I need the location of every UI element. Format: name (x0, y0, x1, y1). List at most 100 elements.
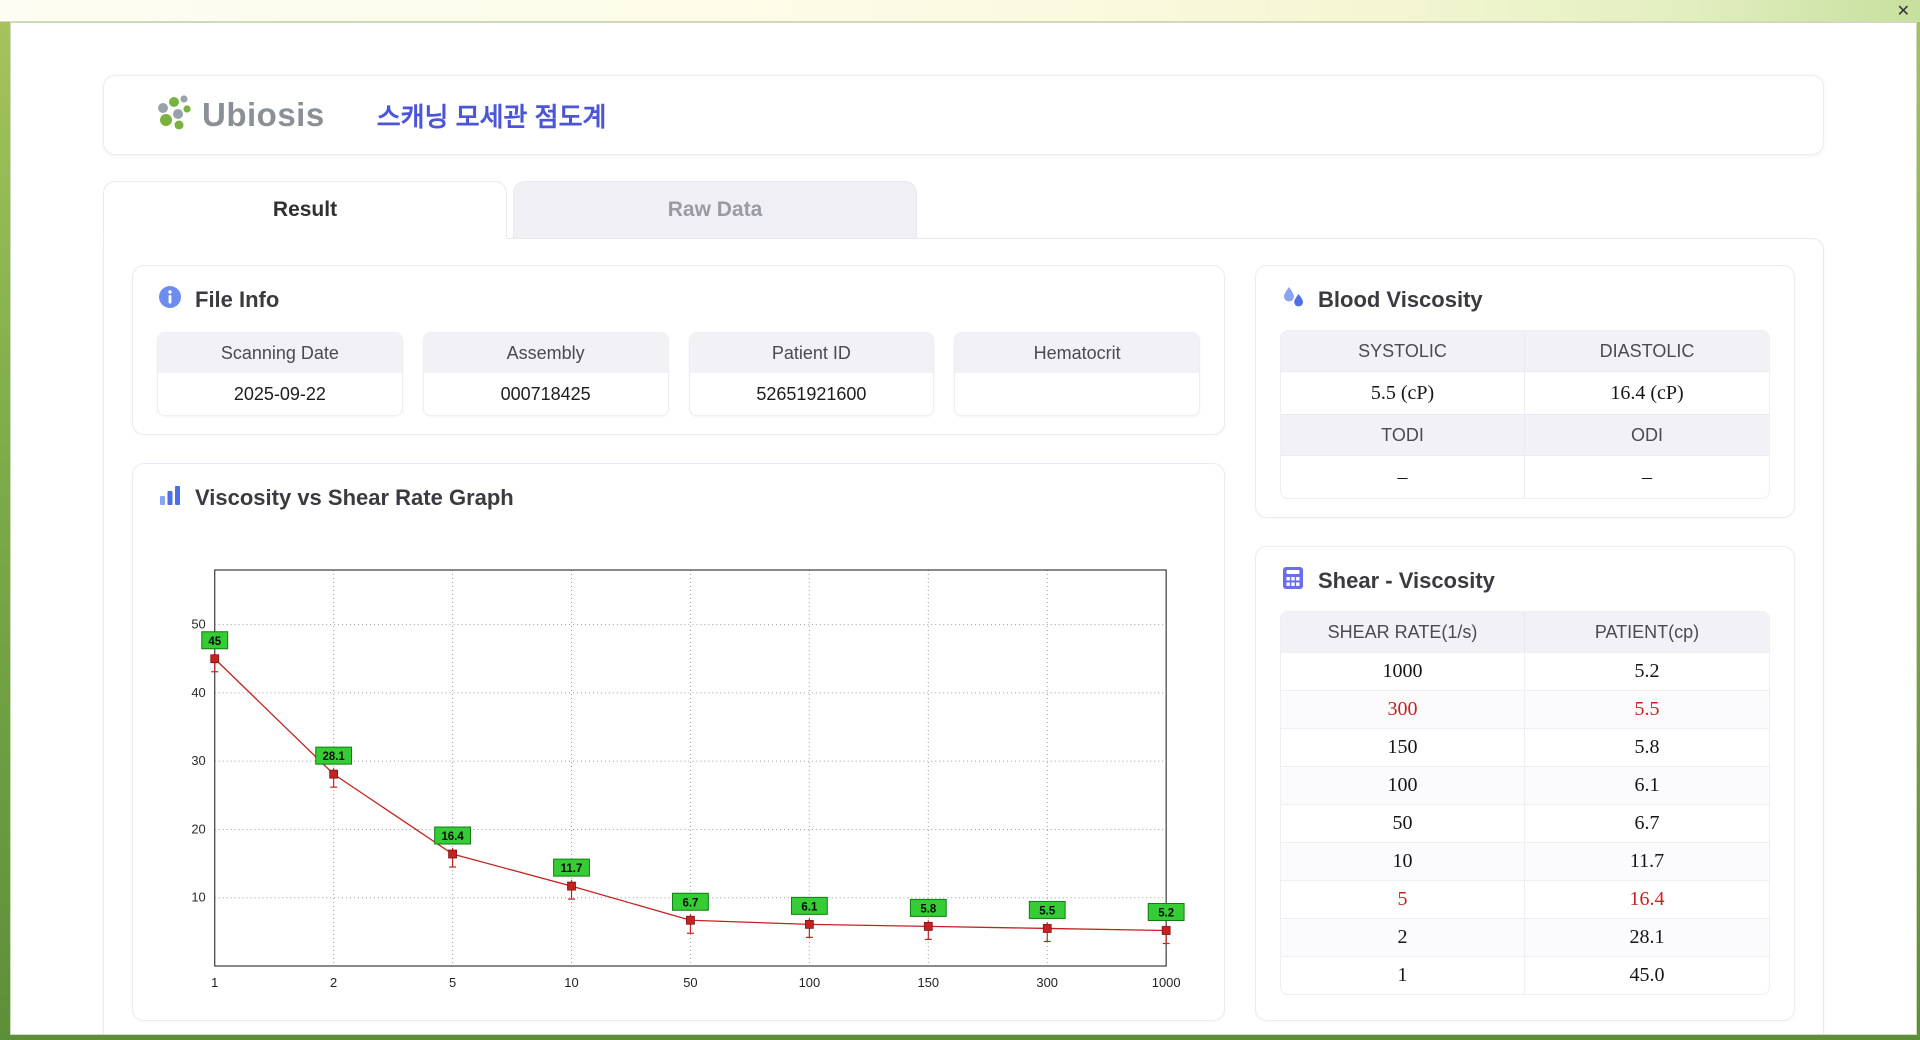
svg-text:6.1: 6.1 (801, 901, 818, 913)
tab-result-label: Result (272, 198, 338, 221)
svg-text:1: 1 (211, 975, 218, 990)
app-header: Ubiosis 스캐닝 모세관 점도계 (103, 75, 1824, 155)
ubiosis-logo-icon (150, 91, 194, 140)
cell-value: 5.5 (1634, 698, 1660, 720)
cell-value: 11.7 (1629, 850, 1665, 872)
table-row: 10 11.7 (1281, 842, 1769, 880)
svg-text:20: 20 (191, 821, 205, 836)
svg-text:150: 150 (918, 975, 940, 990)
field-scanning-date: Scanning Date 2025-09-22 (157, 332, 403, 416)
blood-viscosity-title: Blood Viscosity (1318, 287, 1483, 312)
svg-text:40: 40 (191, 685, 205, 700)
bv-header-diastolic: DIASTOLIC (1525, 331, 1769, 371)
bv-value-odi: – (1642, 465, 1652, 488)
app-window: Ubiosis 스캐닝 모세관 점도계 Result Raw Data File… (10, 22, 1917, 1035)
table-row: 100 6.1 (1281, 766, 1769, 804)
cell-rate: 50 (1281, 805, 1525, 842)
table-row: 300 5.5 (1281, 690, 1769, 728)
calculator-icon (1280, 565, 1306, 597)
tab-raw-data-label: Raw Data (667, 198, 763, 221)
svg-text:5.5: 5.5 (1039, 905, 1056, 917)
blood-viscosity-table: SYSTOLIC DIASTOLIC 5.5 (cP) 16.4 (cP) TO… (1280, 330, 1770, 499)
file-info-title-row: File Info (157, 284, 1200, 316)
cell-rate: 1 (1281, 957, 1525, 994)
bv-header-odi: ODI (1525, 415, 1769, 455)
result-panel: File Info Scanning Date 2025-09-22 Assem… (103, 238, 1824, 1034)
bv-header-row-2: TODI ODI (1281, 414, 1769, 455)
bv-value-row-2: – – (1281, 455, 1769, 498)
graph-title: Viscosity vs Shear Rate Graph (195, 485, 514, 510)
field-label: Hematocrit (955, 333, 1199, 373)
svg-text:2: 2 (330, 975, 337, 990)
cell-value: 6.7 (1634, 812, 1660, 834)
cell-rate: 5 (1281, 881, 1525, 918)
close-icon[interactable]: ✕ (1897, 1, 1910, 21)
svg-text:11.7: 11.7 (561, 863, 583, 875)
cell-value: 28.1 (1629, 926, 1665, 948)
desktop-background: { "window": { "close_label": "✕" }, "hea… (0, 0, 1920, 1040)
field-patient-id: Patient ID 52651921600 (688, 332, 935, 416)
svg-text:50: 50 (191, 617, 205, 632)
shear-viscosity-title-row: Shear - Viscosity (1280, 565, 1770, 597)
svg-text:300: 300 (1036, 975, 1058, 990)
bv-value-todi: – (1281, 456, 1525, 498)
tab-bar: Result Raw Data (103, 181, 1824, 239)
brand-name: Ubiosis (202, 96, 325, 133)
col-patient: PATIENT(cp) (1594, 621, 1700, 642)
cell-rate: 1000 (1281, 653, 1525, 690)
svg-text:50: 50 (683, 975, 697, 990)
cell-value: 6.1 (1634, 774, 1660, 796)
field-value: 52651921600 (689, 373, 934, 415)
blood-viscosity-title-row: Blood Viscosity (1280, 284, 1770, 316)
table-row: 1000 5.2 (1281, 652, 1769, 690)
table-row: 150 5.8 (1281, 728, 1769, 766)
cell-value: 16.4 (1629, 888, 1665, 910)
svg-text:1000: 1000 (1152, 975, 1181, 990)
svg-text:28.1: 28.1 (323, 751, 346, 763)
field-value: 000718425 (423, 373, 668, 415)
bv-value-systolic: 5.5 (cP) (1281, 372, 1525, 414)
graph-title-row: Viscosity vs Shear Rate Graph (157, 482, 1200, 514)
brand: Ubiosis (150, 91, 325, 140)
svg-text:100: 100 (799, 975, 821, 990)
tab-raw-data[interactable]: Raw Data (513, 181, 917, 239)
chart-area: 10 20 30 40 50 45 28.1 16.4 11.7 6.7 6.1 5.8 5.5 5.2 1… (157, 524, 1200, 1002)
shear-viscosity-title: Shear - Viscosity (1318, 568, 1495, 593)
col-shear-rate: SHEAR RATE(1/s) (1281, 612, 1525, 652)
app-title: 스캐닝 모세관 점도계 (376, 101, 607, 132)
field-label: Assembly (423, 333, 668, 373)
svg-text:5.8: 5.8 (920, 903, 937, 915)
right-column: Blood Viscosity SYSTOLIC DIASTOLIC 5.5 (… (1255, 265, 1795, 1021)
cell-value: 45.0 (1629, 964, 1665, 986)
blood-viscosity-card: Blood Viscosity SYSTOLIC DIASTOLIC 5.5 (… (1255, 265, 1795, 518)
cell-value: 5.2 (1634, 660, 1660, 682)
cell-value: 5.8 (1634, 736, 1660, 758)
bv-header-todi: TODI (1281, 415, 1525, 455)
cell-rate: 150 (1281, 729, 1525, 766)
field-label: Patient ID (689, 333, 934, 373)
file-info-card: File Info Scanning Date 2025-09-22 Assem… (132, 265, 1225, 435)
droplet-icon (1280, 284, 1306, 316)
svg-text:30: 30 (191, 753, 205, 768)
table-row: 2 28.1 (1281, 918, 1769, 956)
table-row: 5 16.4 (1281, 880, 1769, 918)
bv-value-diastolic: 16.4 (cP) (1610, 381, 1684, 404)
field-assembly: Assembly 000718425 (422, 332, 669, 416)
info-icon (157, 284, 183, 316)
svg-text:45: 45 (208, 636, 221, 648)
shear-viscosity-table: SHEAR RATE(1/s) PATIENT(cp) 1000 5.2 300… (1280, 611, 1770, 995)
shear-table-header: SHEAR RATE(1/s) PATIENT(cp) (1281, 612, 1769, 652)
shear-viscosity-card: Shear - Viscosity SHEAR RATE(1/s) PATIEN… (1255, 546, 1795, 1021)
tab-result[interactable]: Result (103, 181, 507, 239)
graph-card: Viscosity vs Shear Rate Graph 10 20 30 40 50… (132, 463, 1225, 1021)
field-value: 2025-09-22 (158, 373, 402, 415)
field-value (955, 373, 1199, 415)
svg-text:10: 10 (191, 890, 205, 905)
bv-header-row-1: SYSTOLIC DIASTOLIC (1281, 331, 1769, 371)
bv-header-systolic: SYSTOLIC (1281, 331, 1525, 371)
viscosity-chart: 10203040504528.116.411.76.7 6.1 5.8 5.5 5.21… (191, 569, 1185, 990)
svg-text:5: 5 (449, 975, 456, 990)
field-hematocrit: Hematocrit (954, 332, 1200, 416)
cell-rate: 2 (1281, 919, 1525, 956)
cell-rate: 300 (1281, 691, 1525, 728)
